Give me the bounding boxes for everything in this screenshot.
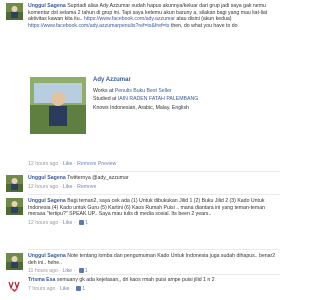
remove-link[interactable]: Remove [77,184,96,190]
timestamp[interactable]: 12 hours ago [28,184,58,190]
profile-info: Ady Azzumar Works at Penulis Buku Best S… [93,77,263,113]
studied-link[interactable]: IAIN RADEN FATAH PALEMBANG [118,96,198,102]
comment-text: semuany gk ada kejelasan,, dri kaos rmah… [56,277,215,283]
avatar[interactable] [6,253,23,270]
comment-link-2[interactable]: https://www.facebook.com/ady.azzumarpenu… [28,23,169,29]
avatar[interactable] [6,3,23,20]
thumbs-up-icon [78,268,84,274]
profile-languages: Knows Indonesian, Arabic, Malay, English [93,104,189,111]
comment-author[interactable]: Unggul Sagena [28,253,66,259]
comment-link[interactable]: https://www.facebook.com/ady.azzumar [84,16,175,22]
works-link[interactable]: Penulis Buku Best Seller [115,88,172,94]
comment-meta: 12 hours ago · Like · 1 [28,219,88,226]
avatar[interactable] [6,175,23,192]
comment-body: Unggul Sagena Note tentang lomba dan pen… [28,253,278,275]
comment-author[interactable]: Unggul Sagena [28,175,66,181]
profile-preview-card[interactable]: Ady Azzumar Works at Penulis Buku Best S… [30,77,266,163]
profile-name[interactable]: Ady Azzumar [93,77,263,84]
thumbs-up-icon [76,285,82,291]
comment-meta: 12 hours ago · Like · Remove Preview [28,161,117,167]
comment-text-mid: atau disini (akun kedua) [176,16,232,23]
profile-works: Works at Penulis Buku Best Seller [93,87,172,94]
profile-photo[interactable] [30,77,86,134]
divider [28,194,280,195]
avatar[interactable] [6,198,23,215]
comment-text: Note tentang lomba dan pengumuman Kado U… [28,253,276,266]
divider [28,171,280,172]
comment-author[interactable]: Trisma Esa [28,277,55,283]
comment-meta: 7 hours ago · Like · 1 [28,285,86,292]
avatar[interactable] [6,277,23,294]
comment-meta: 12 hours ago · Like · Remove [28,183,97,190]
profile-studied: Studied at IAIN RADEN FATAH PALEMBANG [93,96,199,103]
divider [28,249,280,250]
comment-body: Unggul Sagena Bagi teman2, saya cek ada … [28,198,278,226]
timestamp[interactable]: 12 hours ago [28,220,58,226]
timestamp[interactable]: 7 hours ago [28,286,55,292]
divider [28,274,280,275]
like-count[interactable]: 1 [82,286,85,292]
comment-text-tail: then, do what you have to do [170,22,238,29]
timestamp[interactable]: 12 hours ago [28,161,58,167]
comment-thread: Unggul Sagena Supriadi alias Ady Azzumar… [0,0,284,300]
comment-body: Unggul Sagena Twitternya @ady_azzumar 12… [28,175,278,190]
comment-author[interactable]: Unggul Sagena [28,198,66,204]
comment-text: Twitternya @ady_azzumar [67,175,129,181]
comment-body: Unggul Sagena Supriadi alias Ady Azzumar… [28,3,278,29]
like-count[interactable]: 1 [85,220,88,226]
remove-preview-link[interactable]: Remove Preview [77,161,116,167]
comment-body: Trisma Esa semuany gk ada kejelasan,, dr… [28,277,278,292]
thumbs-up-icon [79,219,85,225]
like-link[interactable]: Like [60,286,70,292]
comment-author[interactable]: Unggul Sagena [28,3,66,9]
